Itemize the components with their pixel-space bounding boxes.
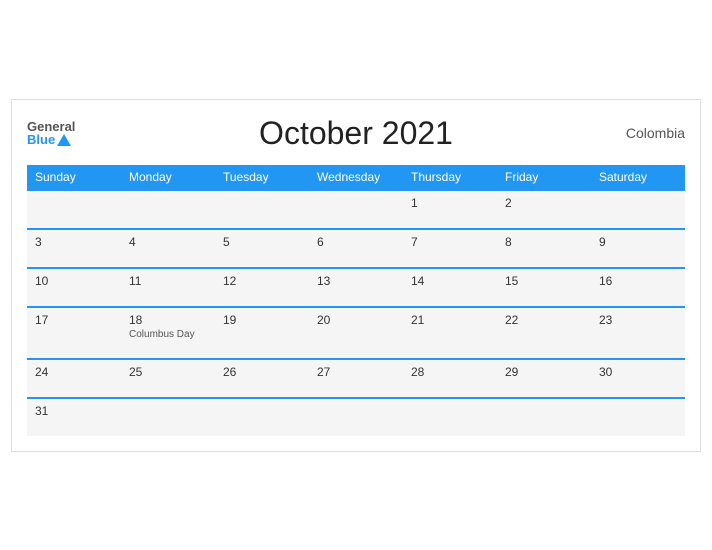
calendar-cell: 27 bbox=[309, 359, 403, 398]
calendar-cell: 20 bbox=[309, 307, 403, 359]
day-number: 3 bbox=[35, 235, 113, 249]
calendar-cell bbox=[309, 398, 403, 436]
day-number: 26 bbox=[223, 365, 301, 379]
day-number: 17 bbox=[35, 313, 113, 327]
calendar-header: General Blue October 2021 Colombia bbox=[27, 110, 685, 157]
calendar-title: October 2021 bbox=[259, 115, 453, 152]
day-number: 20 bbox=[317, 313, 395, 327]
calendar-cell bbox=[591, 398, 685, 436]
logo: General Blue bbox=[27, 120, 75, 146]
event-label: Columbus Day bbox=[129, 329, 207, 340]
day-number: 19 bbox=[223, 313, 301, 327]
calendar-cell: 7 bbox=[403, 229, 497, 268]
week-row-5: 31 bbox=[27, 398, 685, 436]
weekday-header-tuesday: Tuesday bbox=[215, 165, 309, 190]
calendar-cell: 3 bbox=[27, 229, 121, 268]
day-number: 24 bbox=[35, 365, 113, 379]
day-number: 2 bbox=[505, 196, 583, 210]
calendar-cell bbox=[309, 190, 403, 229]
weekday-header-saturday: Saturday bbox=[591, 165, 685, 190]
calendar-cell: 8 bbox=[497, 229, 591, 268]
day-number: 21 bbox=[411, 313, 489, 327]
calendar-cell: 23 bbox=[591, 307, 685, 359]
calendar-cell: 2 bbox=[497, 190, 591, 229]
calendar-cell bbox=[121, 398, 215, 436]
calendar-cell: 1 bbox=[403, 190, 497, 229]
calendar-cell: 14 bbox=[403, 268, 497, 307]
calendar-cell bbox=[591, 190, 685, 229]
day-number: 6 bbox=[317, 235, 395, 249]
calendar-cell: 17 bbox=[27, 307, 121, 359]
calendar-cell: 24 bbox=[27, 359, 121, 398]
calendar-cell bbox=[497, 398, 591, 436]
calendar-cell: 15 bbox=[497, 268, 591, 307]
weekday-header-row: SundayMondayTuesdayWednesdayThursdayFrid… bbox=[27, 165, 685, 190]
day-number: 31 bbox=[35, 404, 113, 418]
calendar-cell: 4 bbox=[121, 229, 215, 268]
calendar-cell: 11 bbox=[121, 268, 215, 307]
day-number: 12 bbox=[223, 274, 301, 288]
calendar-cell: 18 Columbus Day bbox=[121, 307, 215, 359]
country-label: Colombia bbox=[626, 125, 685, 141]
calendar-cell: 29 bbox=[497, 359, 591, 398]
calendar-cell: 31 bbox=[27, 398, 121, 436]
week-row-2: 10 11 12 13 14 15 16 bbox=[27, 268, 685, 307]
calendar-cell: 16 bbox=[591, 268, 685, 307]
day-number: 25 bbox=[129, 365, 207, 379]
logo-triangle-icon bbox=[57, 134, 71, 146]
day-number: 13 bbox=[317, 274, 395, 288]
calendar-cell: 12 bbox=[215, 268, 309, 307]
calendar-cell: 25 bbox=[121, 359, 215, 398]
calendar-cell: 5 bbox=[215, 229, 309, 268]
calendar-cell bbox=[215, 398, 309, 436]
day-number: 22 bbox=[505, 313, 583, 327]
day-number: 28 bbox=[411, 365, 489, 379]
day-number: 5 bbox=[223, 235, 301, 249]
week-row-0: 12 bbox=[27, 190, 685, 229]
day-number: 10 bbox=[35, 274, 113, 288]
day-number: 15 bbox=[505, 274, 583, 288]
calendar-cell: 13 bbox=[309, 268, 403, 307]
calendar-table: SundayMondayTuesdayWednesdayThursdayFrid… bbox=[27, 165, 685, 436]
calendar-container: General Blue October 2021 Colombia Sunda… bbox=[11, 99, 701, 452]
day-number: 8 bbox=[505, 235, 583, 249]
week-row-1: 3 4 5 6 7 8 9 bbox=[27, 229, 685, 268]
calendar-cell: 22 bbox=[497, 307, 591, 359]
calendar-cell bbox=[215, 190, 309, 229]
logo-blue-text: Blue bbox=[27, 133, 55, 146]
weekday-header-thursday: Thursday bbox=[403, 165, 497, 190]
day-number: 9 bbox=[599, 235, 677, 249]
day-number: 4 bbox=[129, 235, 207, 249]
weekday-header-monday: Monday bbox=[121, 165, 215, 190]
weekday-header-wednesday: Wednesday bbox=[309, 165, 403, 190]
calendar-cell: 21 bbox=[403, 307, 497, 359]
day-number: 11 bbox=[129, 274, 207, 288]
day-number: 23 bbox=[599, 313, 677, 327]
day-number: 30 bbox=[599, 365, 677, 379]
calendar-cell: 6 bbox=[309, 229, 403, 268]
day-number: 16 bbox=[599, 274, 677, 288]
day-number: 18 bbox=[129, 313, 207, 327]
calendar-cell: 9 bbox=[591, 229, 685, 268]
calendar-cell: 30 bbox=[591, 359, 685, 398]
calendar-cell: 10 bbox=[27, 268, 121, 307]
day-number: 1 bbox=[411, 196, 489, 210]
calendar-cell bbox=[403, 398, 497, 436]
week-row-4: 24 25 26 27 28 29 30 bbox=[27, 359, 685, 398]
day-number: 14 bbox=[411, 274, 489, 288]
day-number: 7 bbox=[411, 235, 489, 249]
day-number: 29 bbox=[505, 365, 583, 379]
calendar-cell: 19 bbox=[215, 307, 309, 359]
calendar-cell: 28 bbox=[403, 359, 497, 398]
calendar-cell bbox=[27, 190, 121, 229]
calendar-cell bbox=[121, 190, 215, 229]
day-number: 27 bbox=[317, 365, 395, 379]
calendar-cell: 26 bbox=[215, 359, 309, 398]
weekday-header-sunday: Sunday bbox=[27, 165, 121, 190]
week-row-3: 17 18 Columbus Day 19 20 21 22 23 bbox=[27, 307, 685, 359]
weekday-header-friday: Friday bbox=[497, 165, 591, 190]
